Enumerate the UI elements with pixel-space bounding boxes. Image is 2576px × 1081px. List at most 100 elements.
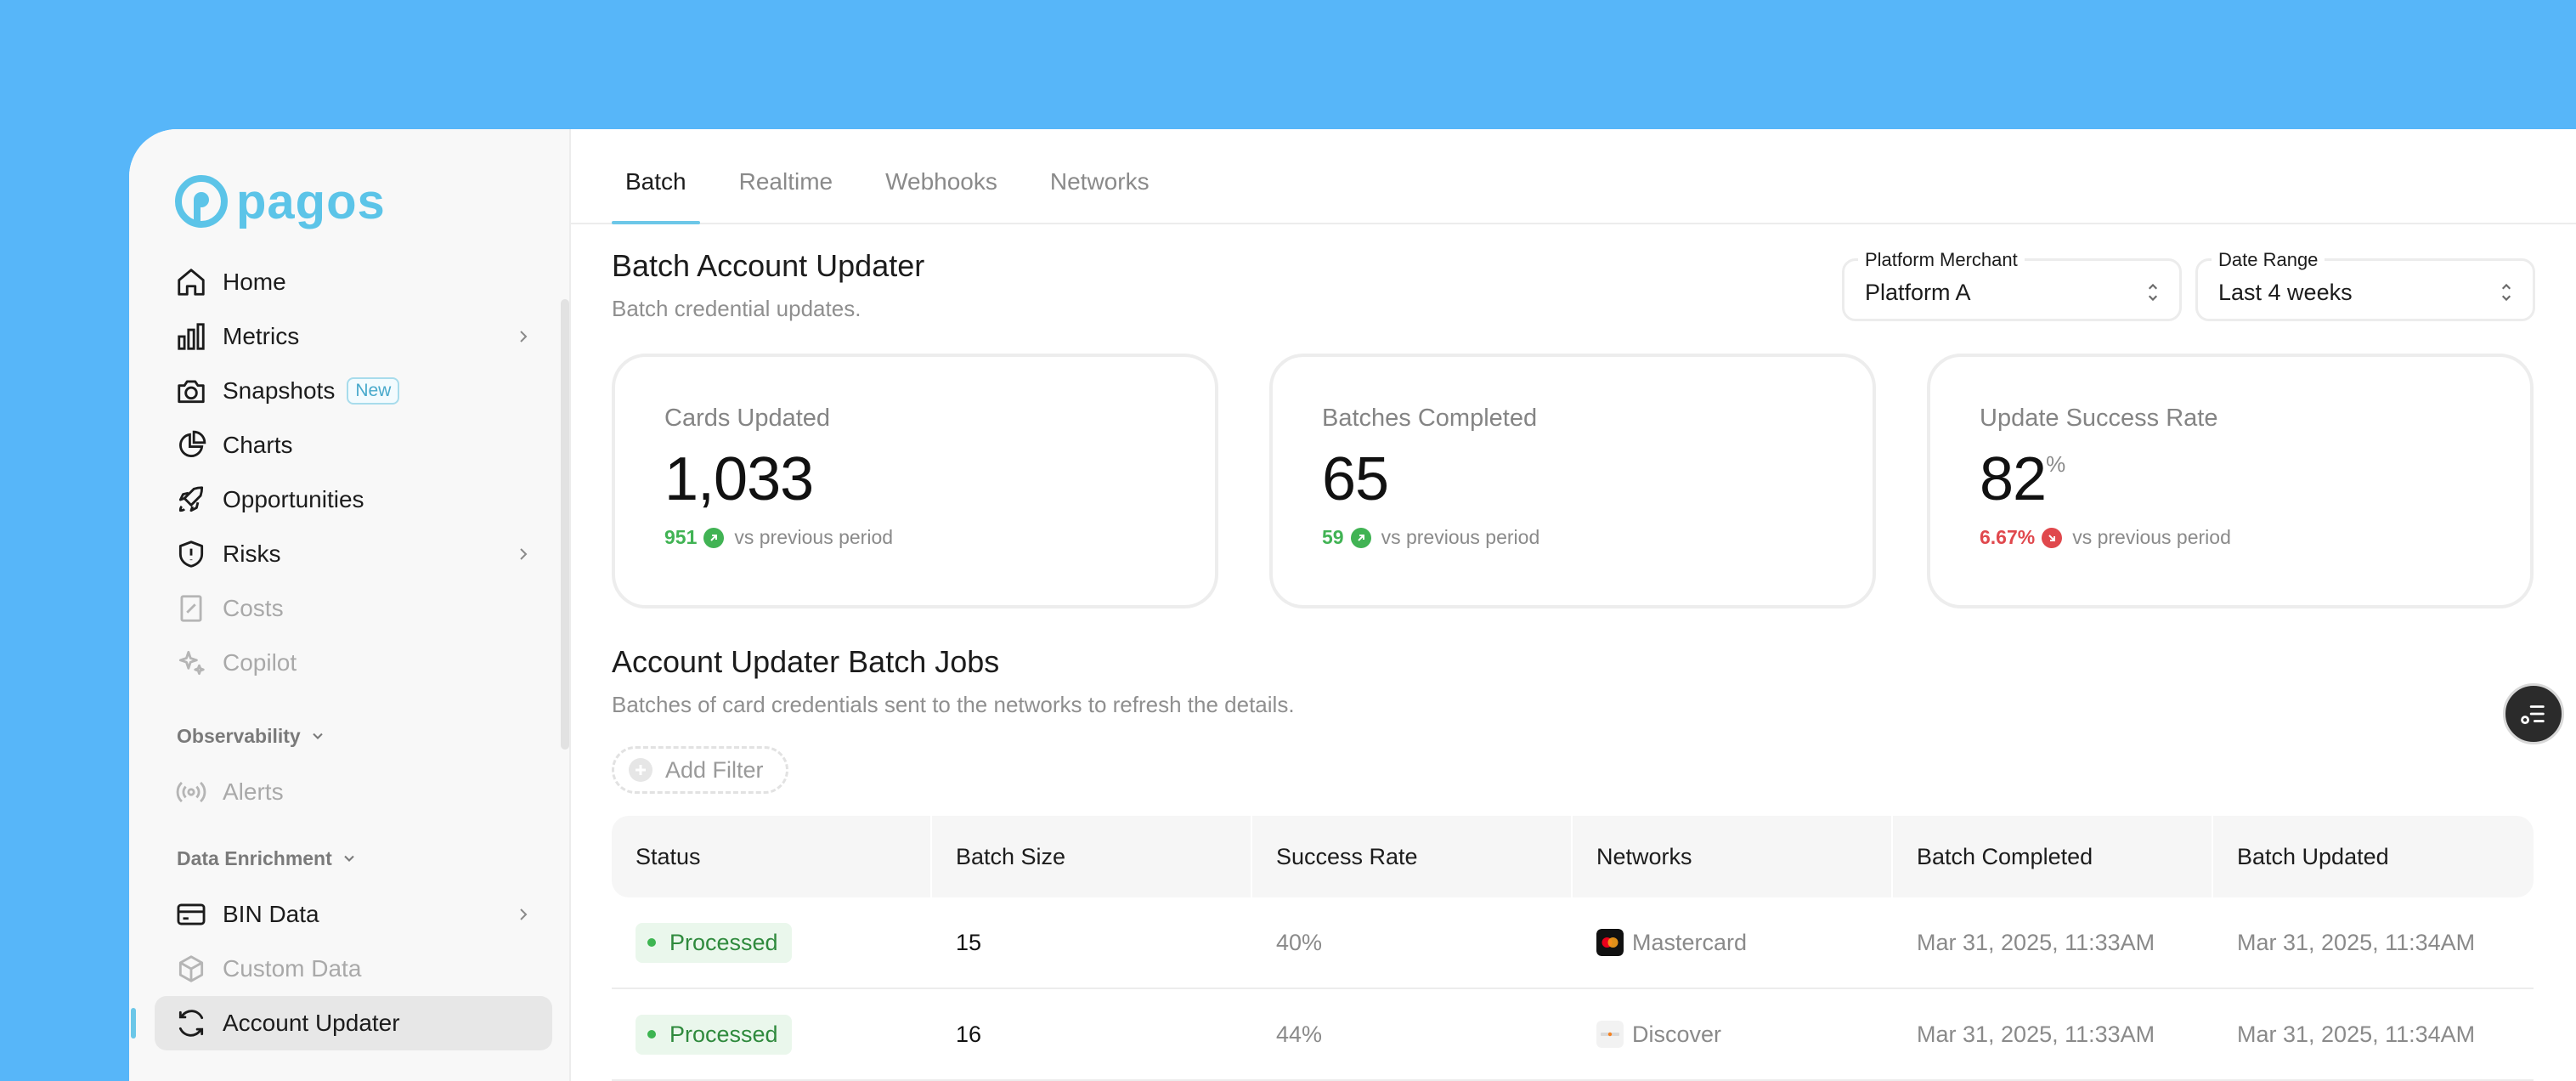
status-dot (647, 1030, 656, 1039)
sidebar-item-label: Alerts (223, 778, 284, 805)
delta-text: vs previous period (2072, 526, 2231, 548)
sidebar-item-metrics[interactable]: Metrics (155, 309, 552, 364)
tab-webhooks[interactable]: Webhooks (872, 168, 1011, 223)
card-delta: 951 vs previous period (664, 526, 1215, 549)
arrow-up-right-icon (703, 527, 725, 548)
column-header-batch-updated[interactable]: Batch Updated (2213, 816, 2534, 897)
select-label: Platform Merchant (1858, 249, 2025, 271)
sidebar-item-account-updater[interactable]: Account Updater (131, 996, 552, 1050)
arrow-up-right-icon (1350, 527, 1371, 548)
camera-icon (178, 380, 205, 404)
sidebar-item-home[interactable]: Home (155, 255, 552, 309)
pagos-logo-icon (175, 175, 228, 228)
shield-icon (178, 540, 204, 568)
discover-icon (1596, 1021, 1624, 1048)
value-unit: % (2046, 451, 2065, 477)
page-subtitle: Batch credential updates. (612, 296, 861, 321)
app-window: pagos Home Metrics Snapshots New Charts (129, 129, 2576, 1081)
floating-action-button[interactable] (2503, 683, 2564, 744)
sidebar-item-label: Opportunities (223, 486, 364, 512)
sidebar-item-risks[interactable]: Risks (155, 527, 552, 581)
metric-cards: Cards Updated 1,033 951 vs previous peri… (612, 354, 2534, 608)
date-range-select[interactable]: Date Range Last 4 weeks (2195, 249, 2535, 321)
sidebar-item-charts[interactable]: Charts (155, 418, 552, 473)
sidebar-item-copilot[interactable]: Copilot (155, 636, 552, 690)
mastercard-icon (1596, 929, 1624, 956)
table-row[interactable]: Processed 15 40% Mastercard Mar 31, 2025… (612, 897, 2534, 989)
cube-icon (178, 955, 204, 982)
column-header-success-rate[interactable]: Success Rate (1252, 816, 1573, 897)
receipt-icon (180, 595, 202, 622)
tab-batch[interactable]: Batch (612, 168, 700, 224)
tab-realtime[interactable]: Realtime (726, 168, 846, 223)
sidebar: pagos Home Metrics Snapshots New Charts (129, 129, 571, 1081)
card-value: 1,033 (664, 444, 1215, 514)
card-title: Batches Completed (1322, 405, 1538, 432)
active-indicator (131, 1008, 136, 1039)
bar-chart-icon (178, 323, 205, 350)
card-value: 82% (1980, 444, 2530, 514)
sidebar-item-bin-data[interactable]: BIN Data (155, 887, 552, 942)
table-row[interactable]: Processed 16 44% Discover Mar 31, 2025, … (612, 989, 2534, 1081)
column-header-batch-size[interactable]: Batch Size (932, 816, 1252, 897)
sidebar-item-opportunities[interactable]: Opportunities (155, 473, 552, 527)
status-dot (647, 938, 656, 947)
section-label: Observability (177, 724, 301, 747)
card-title: Cards Updated (664, 405, 831, 432)
section-title: Account Updater Batch Jobs (612, 644, 1000, 679)
cell-batch-size: 16 (956, 1021, 982, 1047)
sidebar-item-alerts[interactable]: Alerts (155, 765, 552, 819)
refresh-icon (178, 1010, 204, 1037)
add-filter-button[interactable]: Add Filter (612, 746, 788, 794)
chevron-down-icon (312, 733, 323, 739)
delta-text: vs previous period (1381, 526, 1540, 548)
section-data-enrichment[interactable]: Data Enrichment (177, 841, 569, 875)
home-icon (178, 269, 205, 296)
card-delta: 6.67% vs previous period (1980, 526, 2530, 549)
sidebar-scrollbar[interactable] (561, 299, 569, 750)
chevron-down-icon (344, 855, 354, 862)
section-subtitle: Batches of card credentials sent to the … (612, 692, 1295, 717)
sidebar-item-snapshots[interactable]: Snapshots New (155, 364, 552, 418)
sidebar-item-label: Custom Data (223, 955, 362, 982)
cell-batch-size: 15 (956, 929, 982, 955)
cell-status: Processed (612, 897, 932, 988)
tab-bar: Batch Realtime Webhooks Networks (571, 129, 2576, 224)
jobs-header: Account Updater Batch Jobs Batches of ca… (612, 644, 1295, 718)
sidebar-item-costs[interactable]: Costs (155, 581, 552, 636)
sidebar-item-label: Risks (223, 540, 281, 567)
delta-value: 951 (664, 526, 698, 548)
plus-circle-icon (629, 758, 652, 782)
column-header-status[interactable]: Status (612, 816, 932, 897)
cell-batch-completed: Mar 31, 2025, 11:33AM (1917, 1021, 2155, 1047)
brand-logo[interactable]: pagos (175, 173, 569, 229)
broadcast-icon (176, 781, 206, 803)
card-title: Update Success Rate (1980, 405, 2218, 432)
metric-card-cards-updated: Cards Updated 1,033 951 vs previous peri… (612, 354, 1218, 608)
cell-batch-updated: Mar 31, 2025, 11:34AM (2237, 1021, 2476, 1047)
cell-success-rate: 40% (1276, 929, 1323, 955)
column-header-batch-completed[interactable]: Batch Completed (1893, 816, 2213, 897)
brand-name: pagos (236, 173, 386, 229)
batch-jobs-table: Status Batch Size Success Rate Networks … (612, 816, 2534, 1081)
page-header: Batch Account Updater Batch credential u… (612, 248, 924, 322)
sidebar-item-label: Costs (223, 595, 284, 621)
sidebar-item-custom-data[interactable]: Custom Data (155, 942, 552, 996)
chevron-updown-icon (2501, 283, 2511, 302)
metric-card-batches-completed: Batches Completed 65 59 vs previous peri… (1269, 354, 1876, 608)
rocket-icon (178, 486, 204, 512)
platform-merchant-select[interactable]: Platform Merchant Platform A (1842, 249, 2182, 321)
column-header-networks[interactable]: Networks (1573, 816, 1893, 897)
tab-networks[interactable]: Networks (1037, 168, 1163, 223)
add-filter-label: Add Filter (665, 756, 764, 783)
chevron-right-icon (520, 908, 528, 920)
sidebar-item-label: Home (223, 269, 286, 295)
sidebar-item-label: Copilot (223, 649, 297, 676)
delta-value: 6.67% (1980, 526, 2036, 548)
card-delta: 59 vs previous period (1322, 526, 1873, 549)
value-number: 82 (1980, 445, 2047, 513)
cell-status: Processed (612, 989, 932, 1079)
sidebar-item-label: Snapshots (223, 377, 336, 404)
sidebar-item-label: Charts (223, 432, 293, 458)
section-observability[interactable]: Observability (177, 719, 569, 753)
